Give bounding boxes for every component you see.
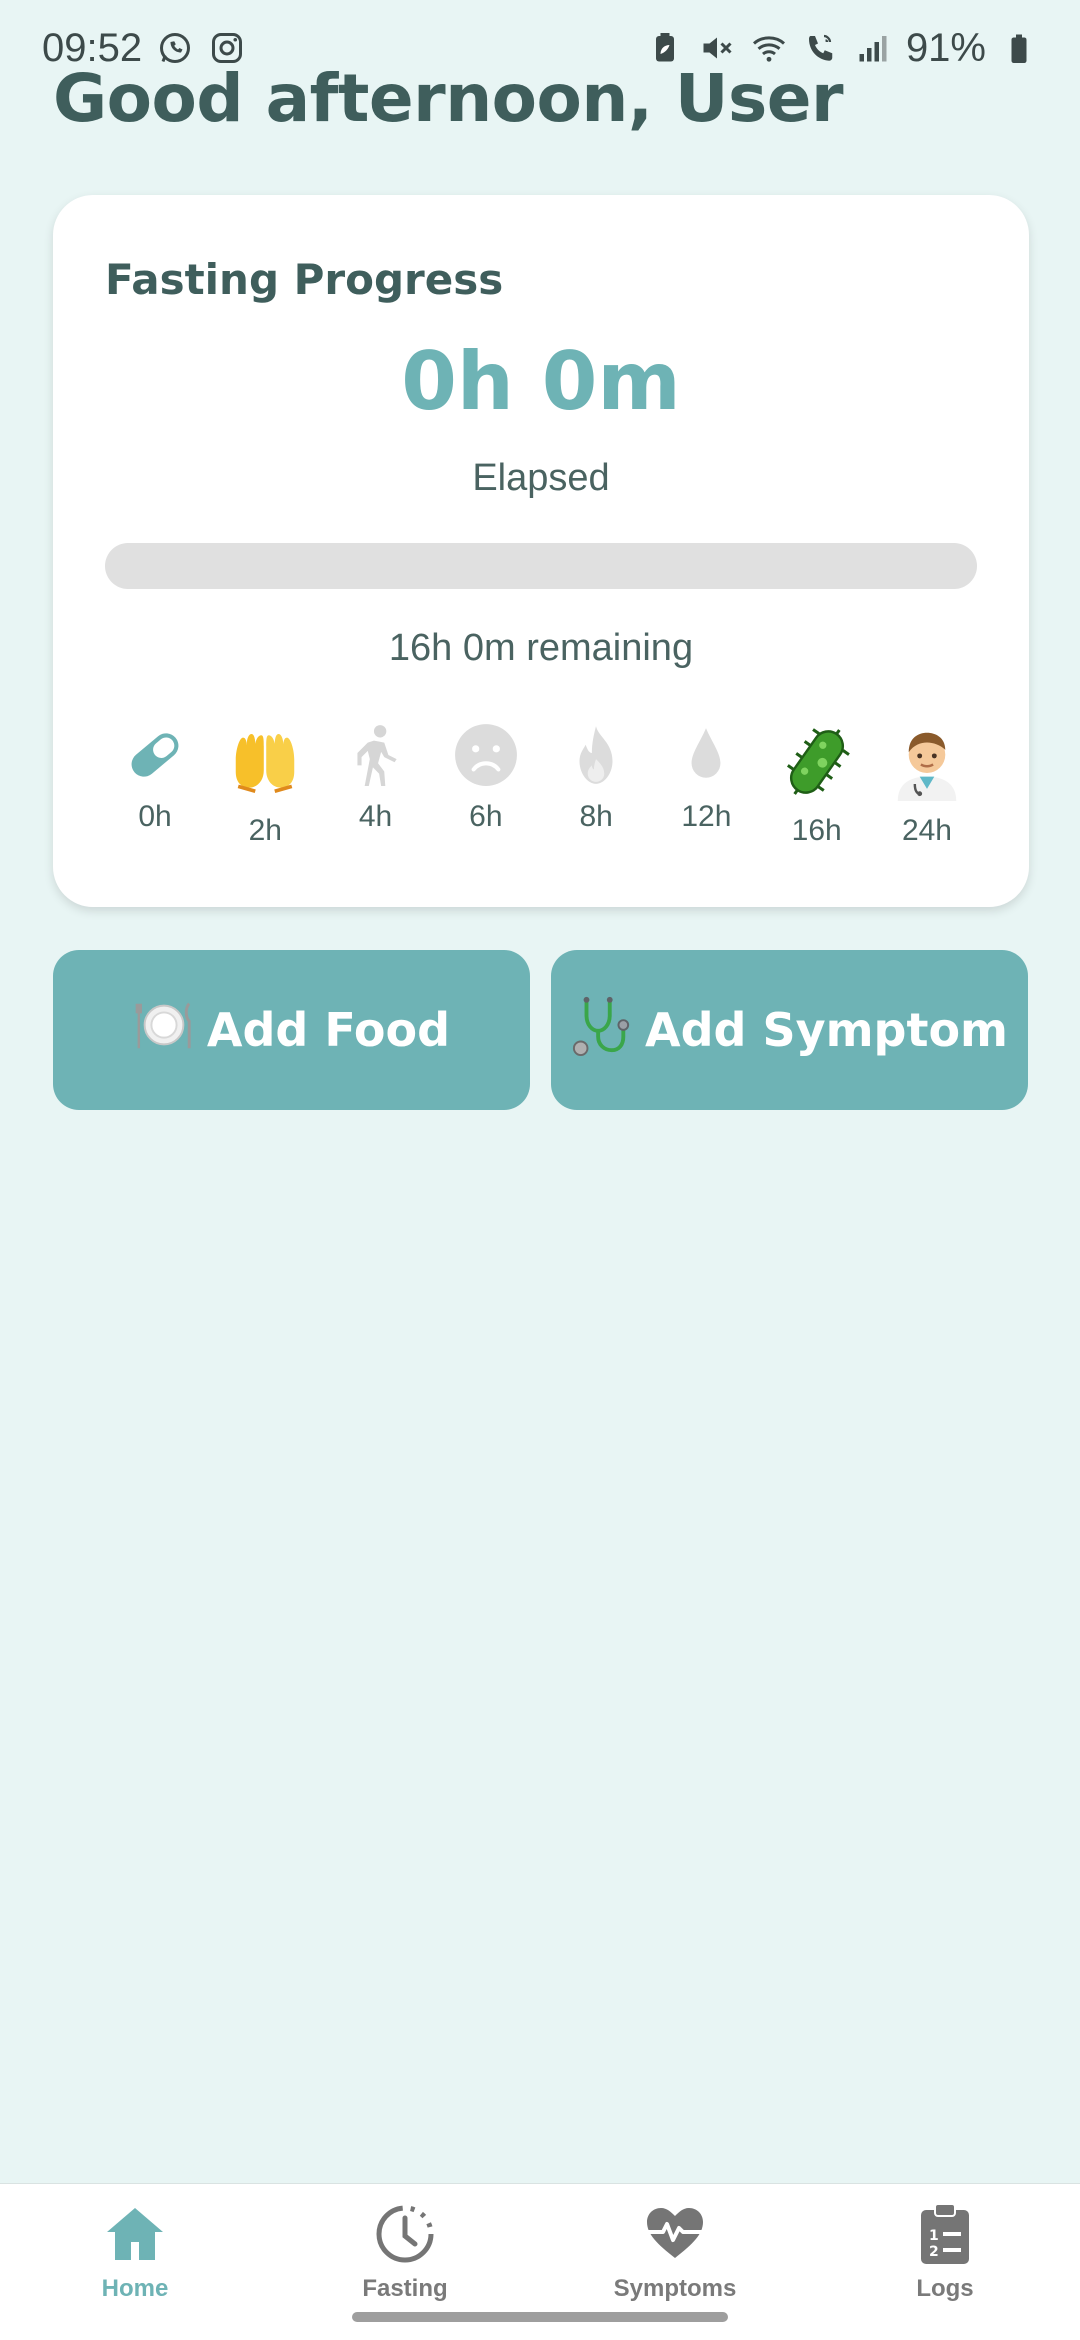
pill-icon bbox=[122, 720, 188, 790]
fasting-progress-card: Fasting Progress 0h 0m Elapsed 16h 0m re… bbox=[53, 195, 1029, 907]
milestone-label: 16h bbox=[791, 814, 842, 847]
doctor-icon bbox=[888, 720, 966, 804]
milestone-label: 8h bbox=[579, 800, 613, 833]
sad-face-icon bbox=[453, 720, 519, 790]
milestone-4h: 4h bbox=[326, 720, 426, 870]
nav-item-logs[interactable]: 12 Logs bbox=[845, 2184, 1045, 2340]
milestone-6h: 6h bbox=[436, 720, 536, 870]
clipboard-list-icon: 12 bbox=[913, 2202, 977, 2271]
heart-pulse-icon bbox=[643, 2202, 707, 2271]
milestone-8h: 8h bbox=[546, 720, 646, 870]
nav-label: Fasting bbox=[362, 2275, 448, 2302]
milestone-12h: 12h bbox=[656, 720, 756, 870]
milestone-label: 4h bbox=[358, 800, 393, 833]
signal-icon bbox=[854, 29, 892, 67]
milestone-label: 2h bbox=[248, 814, 282, 847]
milestone-0h: 0h bbox=[105, 720, 205, 870]
nav-item-home[interactable]: Home bbox=[35, 2184, 235, 2340]
raised-hands-icon bbox=[226, 720, 304, 804]
stethoscope-icon bbox=[571, 994, 633, 1067]
battery-percent: 91% bbox=[905, 25, 986, 70]
add-food-label: Add Food bbox=[206, 1003, 451, 1057]
add-food-button[interactable]: Add Food bbox=[53, 950, 530, 1110]
droplet-icon bbox=[673, 720, 739, 790]
milestones-row: 0h 2h 4h 6h 8h 12h 16h 24h bbox=[105, 720, 977, 870]
remaining-time: 16h 0m remaining bbox=[388, 627, 694, 669]
milestone-16h: 16h bbox=[767, 720, 867, 870]
svg-text:2: 2 bbox=[929, 2244, 939, 2260]
clock-icon bbox=[373, 2202, 437, 2271]
nav-label: Logs bbox=[916, 2275, 974, 2302]
plate-cutlery-icon bbox=[133, 994, 195, 1067]
elapsed-label: Elapsed bbox=[472, 457, 610, 499]
microbe-icon bbox=[778, 720, 856, 804]
milestone-label: 0h bbox=[138, 800, 172, 833]
home-icon bbox=[103, 2202, 167, 2271]
milestone-2h: 2h bbox=[215, 720, 315, 870]
milestone-label: 6h bbox=[469, 800, 503, 833]
home-indicator[interactable] bbox=[352, 2312, 728, 2322]
milestone-24h: 24h bbox=[877, 720, 977, 870]
battery-icon bbox=[1000, 29, 1038, 67]
elapsed-time: 0h 0m bbox=[401, 335, 681, 428]
fasting-progress-bar bbox=[105, 543, 977, 589]
add-symptom-label: Add Symptom bbox=[645, 1003, 1008, 1057]
flame-icon bbox=[563, 720, 629, 790]
svg-text:1: 1 bbox=[929, 2228, 939, 2244]
milestone-label: 12h bbox=[681, 800, 732, 833]
card-title: Fasting Progress bbox=[105, 255, 504, 304]
nav-label: Home bbox=[101, 2275, 169, 2302]
milestone-label: 24h bbox=[901, 814, 952, 847]
greeting-title: Good afternoon, User bbox=[53, 60, 844, 137]
add-symptom-button[interactable]: Add Symptom bbox=[551, 950, 1028, 1110]
nav-label: Symptoms bbox=[613, 2275, 737, 2302]
walking-person-icon bbox=[343, 720, 409, 790]
